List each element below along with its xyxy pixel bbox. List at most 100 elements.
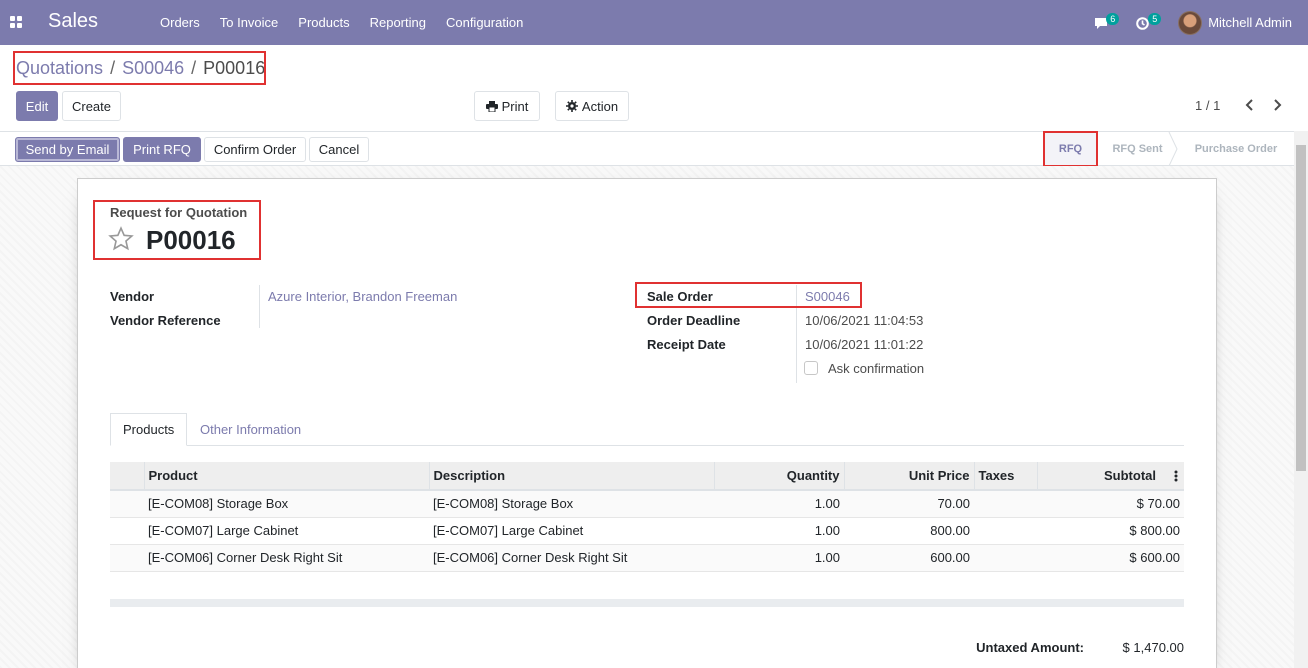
cell-quantity: 1.00 bbox=[714, 490, 844, 518]
cancel-button[interactable]: Cancel bbox=[309, 137, 369, 162]
vendor-value[interactable]: Azure Interior, Brandon Freeman bbox=[268, 289, 457, 304]
action-button-label: Action bbox=[581, 98, 619, 114]
star-icon[interactable] bbox=[108, 226, 134, 252]
stage-rfq[interactable]: RFQ bbox=[1043, 132, 1098, 166]
cell-description: [E-COM07] Large Cabinet bbox=[429, 517, 714, 545]
cell-taxes bbox=[974, 490, 1037, 518]
user-avatar[interactable] bbox=[1178, 10, 1203, 35]
breadcrumb-sale-order[interactable]: S00046 bbox=[122, 58, 184, 79]
breadcrumb-separator: / bbox=[191, 58, 197, 78]
document-title: P00016 bbox=[146, 225, 236, 255]
breadcrumb: Quotations / S00046 / P00016 bbox=[16, 58, 265, 79]
receipt-date-value: 10/06/2021 11:01:22 bbox=[805, 337, 924, 352]
user-name[interactable]: Mitchell Admin bbox=[1208, 15, 1292, 30]
stage-rfq-sent[interactable]: RFQ Sent bbox=[1100, 132, 1175, 166]
row-handle bbox=[110, 517, 144, 545]
document-type-label: Request for Quotation bbox=[110, 205, 248, 220]
apps-menu-icon[interactable] bbox=[10, 16, 22, 28]
cell-unit-price: 70.00 bbox=[844, 490, 974, 518]
edit-button[interactable]: Edit bbox=[16, 91, 58, 121]
messaging-menu[interactable]: 6 bbox=[1094, 12, 1120, 33]
sale-order-label: Sale Order bbox=[647, 289, 713, 304]
vendor-reference-label: Vendor Reference bbox=[110, 313, 221, 328]
cell-product: [E-COM06] Corner Desk Right Sit bbox=[144, 544, 429, 572]
menu-item-reporting[interactable]: Reporting bbox=[360, 15, 436, 30]
messages-badge: 6 bbox=[1106, 12, 1120, 25]
gear-icon bbox=[565, 100, 578, 112]
top-navbar: Sales Orders To Invoice Products Reporti… bbox=[0, 0, 1308, 45]
order-lines-table: Product Description Quantity Unit Price … bbox=[110, 462, 1184, 572]
untaxed-amount-value: $ 1,470.00 bbox=[1122, 640, 1184, 655]
chevron-left-icon[interactable] bbox=[1244, 98, 1256, 112]
cell-product: [E-COM07] Large Cabinet bbox=[144, 517, 429, 545]
table-footer bbox=[110, 599, 1184, 607]
cell-unit-price: 800.00 bbox=[844, 517, 974, 545]
row-handle bbox=[110, 544, 144, 572]
receipt-date-label: Receipt Date bbox=[647, 337, 726, 352]
menu-item-orders[interactable]: Orders bbox=[150, 15, 210, 30]
ask-confirmation-checkbox[interactable] bbox=[804, 361, 818, 375]
column-description[interactable]: Description bbox=[428, 462, 714, 491]
cell-product: [E-COM08] Storage Box bbox=[144, 490, 429, 518]
order-deadline-value: 10/06/2021 11:04:53 bbox=[805, 313, 924, 328]
cell-quantity: 1.00 bbox=[714, 544, 844, 572]
column-taxes[interactable]: Taxes bbox=[973, 462, 1037, 491]
column-subtotal[interactable]: Subtotal bbox=[1036, 462, 1184, 491]
print-icon bbox=[485, 100, 498, 112]
menu-item-configuration[interactable]: Configuration bbox=[436, 15, 533, 30]
table-row[interactable]: [E-COM06] Corner Desk Right Sit [E-COM06… bbox=[110, 544, 1184, 572]
systray: 6 5 Mitchell Admin bbox=[1094, 0, 1308, 45]
ask-confirmation-label[interactable]: Ask confirmation bbox=[828, 361, 924, 376]
cell-taxes bbox=[974, 517, 1037, 545]
stage-arrow-divider bbox=[1168, 132, 1178, 166]
handle-column bbox=[110, 462, 144, 491]
vertical-scrollbar[interactable] bbox=[1294, 131, 1308, 668]
print-button-label: Print bbox=[501, 98, 529, 114]
order-deadline-label: Order Deadline bbox=[647, 313, 741, 328]
cell-unit-price: 600.00 bbox=[844, 544, 974, 572]
field-separator bbox=[796, 285, 797, 383]
confirm-order-button[interactable]: Confirm Order bbox=[204, 137, 306, 162]
print-button[interactable]: Print bbox=[474, 91, 540, 121]
send-by-email-button[interactable]: Send by Email bbox=[15, 137, 120, 162]
tab-other-information[interactable]: Other Information bbox=[188, 413, 313, 446]
table-row[interactable]: [E-COM07] Large Cabinet [E-COM07] Large … bbox=[110, 517, 1184, 545]
tab-products[interactable]: Products bbox=[110, 413, 188, 446]
column-unit-price[interactable]: Unit Price bbox=[843, 462, 974, 491]
column-subtotal-label: Subtotal bbox=[1104, 468, 1156, 483]
pager-value[interactable]: 1 / 1 bbox=[1195, 98, 1220, 113]
chevron-right-icon[interactable] bbox=[1271, 98, 1283, 112]
cell-description: [E-COM06] Corner Desk Right Sit bbox=[429, 544, 714, 572]
column-product[interactable]: Product bbox=[143, 462, 429, 491]
menu-item-to-invoice[interactable]: To Invoice bbox=[210, 15, 289, 30]
untaxed-amount-label: Untaxed Amount: bbox=[976, 640, 1084, 655]
scrollbar-thumb[interactable] bbox=[1296, 145, 1306, 471]
print-rfq-button[interactable]: Print RFQ bbox=[123, 137, 201, 162]
row-handle bbox=[110, 490, 144, 518]
cell-taxes bbox=[974, 544, 1037, 572]
status-bar: Send by Email Print RFQ Confirm Order Ca… bbox=[0, 131, 1294, 166]
vendor-label: Vendor bbox=[110, 289, 155, 304]
cell-subtotal: $ 70.00 bbox=[1037, 490, 1184, 518]
sale-order-value[interactable]: S00046 bbox=[805, 289, 850, 304]
notebook-tabs: Products Other Information bbox=[110, 413, 1184, 446]
activities-badge: 5 bbox=[1148, 12, 1162, 25]
breadcrumb-separator: / bbox=[110, 58, 116, 78]
cell-subtotal: $ 600.00 bbox=[1037, 544, 1184, 572]
column-quantity[interactable]: Quantity bbox=[713, 462, 844, 491]
field-separator bbox=[259, 285, 260, 328]
main-menu: Orders To Invoice Products Reporting Con… bbox=[150, 0, 533, 45]
table-row[interactable]: [E-COM08] Storage Box [E-COM08] Storage … bbox=[110, 490, 1184, 518]
create-button[interactable]: Create bbox=[62, 91, 121, 121]
action-button[interactable]: Action bbox=[555, 91, 629, 121]
table-header-row: Product Description Quantity Unit Price … bbox=[110, 462, 1184, 491]
activity-menu[interactable]: 5 bbox=[1136, 12, 1162, 33]
kebab-menu-icon[interactable] bbox=[1174, 470, 1178, 482]
breadcrumb-current: P00016 bbox=[203, 58, 266, 78]
breadcrumb-quotations[interactable]: Quotations bbox=[16, 58, 103, 79]
menu-item-products[interactable]: Products bbox=[288, 15, 359, 30]
cell-subtotal: $ 800.00 bbox=[1037, 517, 1184, 545]
cell-description: [E-COM08] Storage Box bbox=[429, 490, 714, 518]
app-brand[interactable]: Sales bbox=[48, 10, 98, 33]
stage-purchase-order[interactable]: Purchase Order bbox=[1180, 132, 1292, 166]
